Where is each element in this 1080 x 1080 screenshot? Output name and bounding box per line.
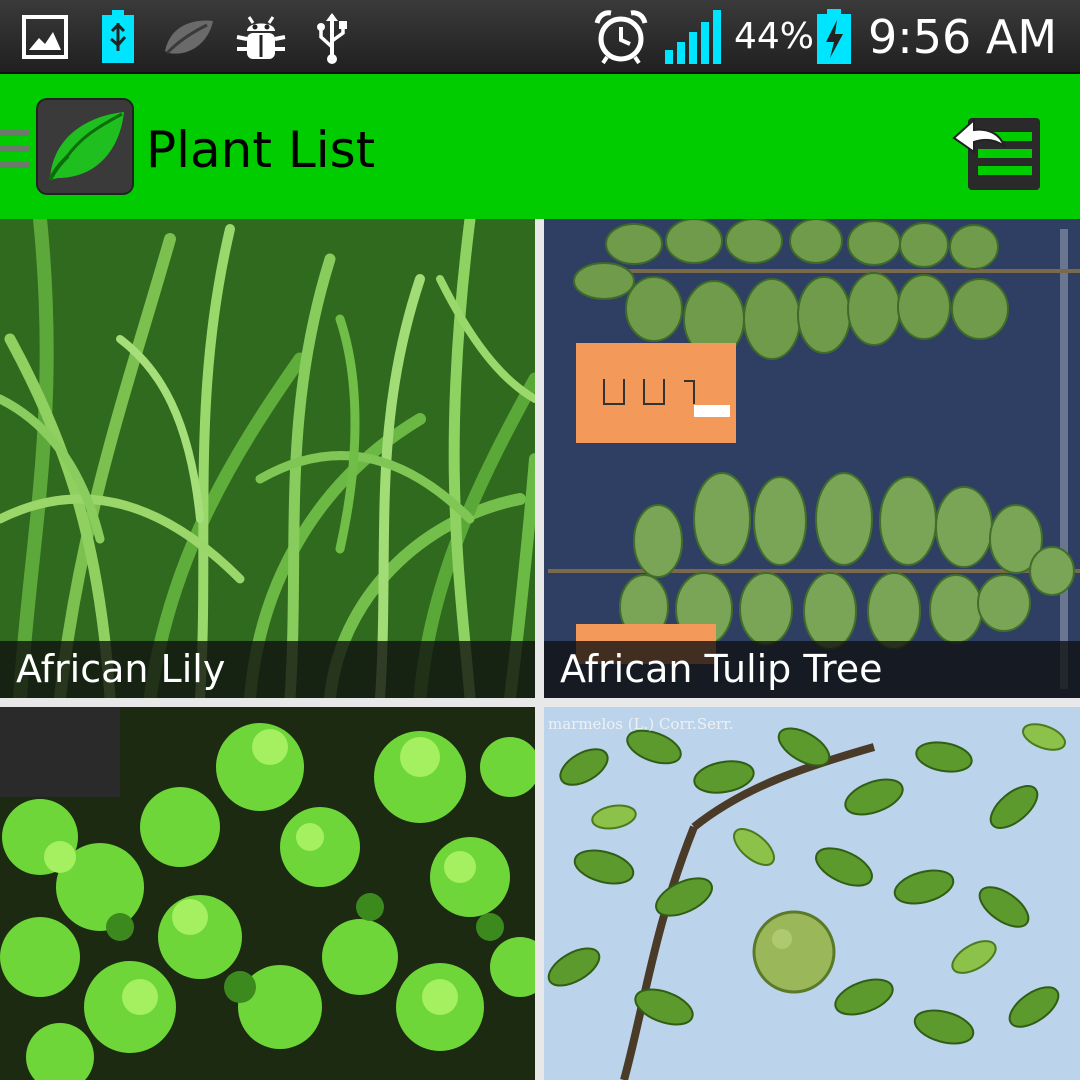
- android-debug-icon: [232, 8, 290, 66]
- plant-name: African Tulip Tree: [544, 641, 1080, 698]
- charging-battery-icon: [814, 8, 854, 66]
- status-bar: 44% 9:56 AM: [0, 0, 1080, 74]
- specimen-label: marmelos (L.) Corr.Serr.: [548, 715, 734, 733]
- usb-icon: [312, 8, 352, 66]
- page-title: Plant List: [146, 121, 376, 179]
- drawer-indicator-icon[interactable]: [0, 128, 30, 172]
- plant-tile-african-tulip-tree[interactable]: African Tulip Tree: [544, 219, 1080, 698]
- battery-percent: 44%: [734, 16, 815, 57]
- plant-name: African Lily: [0, 641, 535, 698]
- app-leaf-icon[interactable]: [36, 98, 134, 195]
- status-time: 9:56 AM: [868, 10, 1058, 64]
- usb-battery-icon: [98, 8, 138, 66]
- plant-photo: [0, 707, 535, 1080]
- plant-photo: marmelos (L.) Corr.Serr.: [544, 707, 1080, 1080]
- plant-photo: [0, 219, 535, 698]
- gallery-icon: [20, 8, 70, 66]
- leaf-icon: [160, 8, 216, 66]
- signal-icon: [662, 8, 724, 66]
- plant-tile-moss[interactable]: [0, 707, 535, 1080]
- plant-tile-bael-tree[interactable]: marmelos (L.) Corr.Serr.: [544, 707, 1080, 1080]
- plant-photo: [544, 219, 1080, 698]
- alarm-clock-icon: [592, 8, 650, 66]
- plant-tile-african-lily[interactable]: African Lily: [0, 219, 535, 698]
- list-return-icon[interactable]: [948, 102, 1044, 194]
